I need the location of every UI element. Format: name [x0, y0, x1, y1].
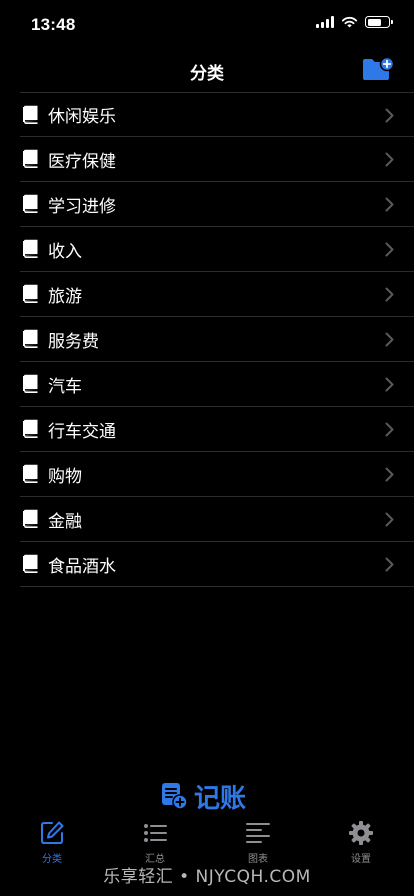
book-icon [23, 149, 38, 168]
category-row[interactable]: 购物 [20, 452, 414, 497]
category-list: 休闲娱乐 医疗保健 学习进修 收入 旅游 服务费 汽车 行车交通 购物 金融 食… [20, 92, 414, 587]
category-row[interactable]: 学习进修 [20, 182, 414, 227]
list-icon [144, 824, 167, 842]
category-label: 服务费 [48, 331, 99, 352]
chevron-right-icon [385, 557, 394, 572]
book-icon [23, 554, 38, 573]
category-label: 收入 [48, 241, 82, 262]
book-icon [23, 105, 38, 124]
category-row[interactable]: 收入 [20, 227, 414, 272]
tab-summary[interactable]: 汇总 [115, 820, 195, 865]
category-label: 食品酒水 [48, 556, 116, 577]
nav-bar: 分类 [0, 48, 414, 92]
status-icons [316, 16, 393, 28]
category-row[interactable]: 休闲娱乐 [20, 92, 414, 137]
chevron-right-icon [385, 242, 394, 257]
edit-square-icon [41, 821, 64, 844]
chevron-right-icon [385, 287, 394, 302]
add-folder-icon[interactable] [362, 56, 394, 82]
wifi-icon [341, 16, 358, 28]
category-label: 休闲娱乐 [48, 107, 116, 127]
book-icon [23, 419, 38, 438]
category-label: 金融 [48, 511, 82, 532]
category-row[interactable]: 汽车 [20, 362, 414, 407]
category-label: 行车交通 [48, 421, 116, 442]
tab-category[interactable]: 分类 [12, 820, 92, 865]
battery-icon [365, 16, 393, 28]
chevron-right-icon [385, 422, 394, 437]
book-icon [23, 194, 38, 213]
tab-chart[interactable]: 图表 [218, 820, 298, 865]
record-button[interactable]: 记账 [160, 777, 246, 815]
category-row[interactable]: 金融 [20, 497, 414, 542]
chevron-right-icon [385, 197, 394, 212]
page-title: 分类 [190, 64, 224, 84]
category-row[interactable]: 旅游 [20, 272, 414, 317]
gear-icon [349, 821, 373, 845]
status-bar: 13:48 [0, 0, 414, 48]
watermark: 乐享轻汇 • NJYCQH.COM [103, 867, 311, 887]
chevron-right-icon [385, 512, 394, 527]
book-icon [23, 239, 38, 258]
category-row[interactable]: 食品酒水 [20, 542, 414, 587]
align-lines-icon [246, 823, 270, 843]
category-label: 汽车 [48, 376, 82, 397]
status-time: 13:48 [31, 15, 76, 34]
category-row[interactable]: 行车交通 [20, 407, 414, 452]
add-record-icon [162, 783, 188, 810]
category-label: 旅游 [48, 286, 82, 307]
category-row[interactable]: 服务费 [20, 317, 414, 362]
book-icon [23, 509, 38, 528]
tab-settings[interactable]: 设置 [321, 820, 401, 865]
chevron-right-icon [385, 377, 394, 392]
book-icon [23, 329, 38, 348]
cellular-signal-icon [316, 16, 334, 28]
chevron-right-icon [385, 152, 394, 167]
chevron-right-icon [385, 108, 394, 123]
category-label: 医疗保健 [48, 151, 116, 172]
chevron-right-icon [385, 332, 394, 347]
record-button-label: 记账 [194, 783, 247, 814]
chevron-right-icon [385, 467, 394, 482]
book-icon [23, 374, 38, 393]
book-icon [23, 284, 38, 303]
category-row[interactable]: 医疗保健 [20, 137, 414, 182]
book-icon [23, 464, 38, 483]
category-label: 购物 [48, 466, 82, 487]
category-label: 学习进修 [48, 196, 116, 217]
